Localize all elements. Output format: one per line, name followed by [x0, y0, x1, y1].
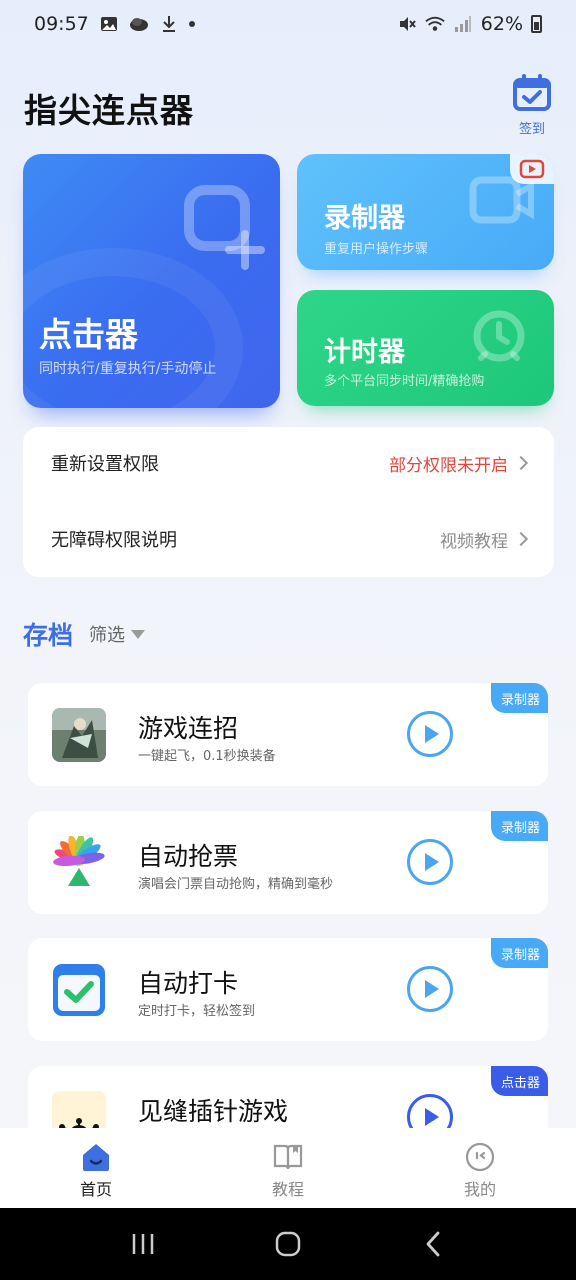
play-button[interactable] — [407, 711, 453, 757]
gallery-icon — [99, 14, 119, 34]
filter-label: 筛选 — [89, 625, 125, 646]
list-item[interactable]: 游戏连招 一键起飞，0.1秒换装备 录制器 — [28, 683, 548, 786]
play-icon — [425, 725, 439, 743]
clicker-title: 点击器 — [39, 315, 138, 354]
ticket-flower-icon — [52, 836, 106, 890]
permission-panel: 重新设置权限 部分权限未开启 无障碍权限说明 视频教程 — [23, 427, 554, 577]
list-item[interactable]: 自动打卡 定时打卡，轻松签到 录制器 — [28, 938, 548, 1041]
recorder-card[interactable]: 录制器 重复用户操作步骤 — [297, 154, 554, 270]
filter-dropdown[interactable]: 筛选 — [89, 621, 145, 647]
checkin-button[interactable]: 签到 — [510, 74, 554, 137]
battery-percent: 62% — [480, 13, 523, 35]
play-icon — [425, 980, 439, 998]
timer-clock-icon — [473, 310, 525, 362]
recent-apps-button[interactable] — [123, 1224, 163, 1264]
item-type-badge: 录制器 — [490, 683, 548, 713]
bottom-nav: 首页 教程 我的 — [0, 1128, 576, 1208]
chevron-right-icon — [513, 455, 529, 471]
signal-icon — [453, 14, 473, 34]
timer-card[interactable]: 计时器 多个平台同步时间/精确抢购 — [297, 290, 554, 406]
cloud-icon — [129, 14, 149, 34]
reset-permission-label: 重新设置权限 — [51, 454, 159, 475]
home-circle-icon — [275, 1231, 301, 1257]
status-bar: 09:57 62% — [0, 0, 576, 48]
book-icon — [273, 1144, 303, 1170]
nav-home[interactable]: 首页 — [0, 1128, 192, 1208]
notification-dot-icon — [188, 21, 195, 27]
clicker-subtitle: 同时执行/重复执行/手动停止 — [39, 361, 217, 377]
checkin-calendar-icon — [52, 963, 106, 1017]
recorder-title: 录制器 — [324, 203, 405, 234]
video-tutorial-link: 视频教程 — [440, 531, 508, 552]
permission-status: 部分权限未开启 — [389, 455, 508, 476]
nav-tutorial[interactable]: 教程 — [192, 1128, 384, 1208]
battery-icon — [531, 15, 542, 33]
archive-title: 存档 — [23, 621, 74, 650]
app-title: 指尖连点器 — [24, 91, 194, 130]
chevron-right-icon — [513, 531, 529, 547]
wifi-icon — [425, 14, 445, 34]
game-thumbnail-icon — [52, 708, 106, 762]
checkin-label: 签到 — [518, 122, 545, 137]
status-time: 09:57 — [34, 13, 89, 35]
nav-tutorial-label: 教程 — [271, 1180, 304, 1199]
item-type-badge: 录制器 — [490, 811, 548, 841]
download-icon — [159, 14, 179, 34]
recent-apps-icon — [132, 1234, 153, 1254]
calendar-check-icon — [513, 74, 551, 111]
item-title: 见缝插针游戏 — [138, 1097, 289, 1126]
caret-down-icon — [131, 629, 145, 639]
list-item[interactable]: 自动抢票 演唱会门票自动抢购，精确到毫秒 录制器 — [28, 811, 548, 914]
timer-subtitle: 多个平台同步时间/精确抢购 — [324, 374, 485, 389]
play-button[interactable] — [407, 839, 453, 885]
item-type-badge: 录制器 — [490, 938, 548, 968]
item-desc: 演唱会门票自动抢购，精确到毫秒 — [138, 877, 334, 892]
accessibility-info-label: 无障碍权限说明 — [51, 530, 177, 551]
profile-face-icon — [465, 1142, 495, 1172]
nav-profile[interactable]: 我的 — [384, 1128, 576, 1208]
item-title: 游戏连招 — [138, 714, 239, 743]
nav-profile-label: 我的 — [463, 1180, 496, 1199]
reset-permission-row[interactable]: 重新设置权限 部分权限未开启 — [23, 433, 554, 493]
item-title: 自动抢票 — [138, 842, 239, 871]
item-desc: 一键起飞，0.1秒换装备 — [138, 749, 276, 764]
play-icon — [425, 1108, 439, 1126]
timer-title: 计时器 — [324, 337, 405, 368]
accessibility-info-row[interactable]: 无障碍权限说明 视频教程 — [23, 509, 554, 569]
recorder-subtitle: 重复用户操作步骤 — [324, 242, 429, 257]
video-play-icon — [519, 159, 545, 179]
clicker-card[interactable]: 点击器 同时执行/重复执行/手动停止 — [23, 154, 280, 408]
home-icon — [83, 1144, 109, 1171]
clicker-add-icon — [184, 185, 265, 270]
video-tutorial-badge[interactable] — [510, 154, 554, 184]
system-nav-bar — [0, 1208, 576, 1280]
back-button[interactable] — [413, 1224, 453, 1264]
item-desc: 定时打卡，轻松签到 — [138, 1004, 256, 1019]
nav-home-label: 首页 — [79, 1180, 112, 1199]
mute-icon — [397, 14, 417, 34]
play-icon — [425, 853, 439, 871]
item-type-badge: 点击器 — [490, 1066, 548, 1096]
item-title: 自动打卡 — [138, 969, 239, 998]
play-button[interactable] — [407, 966, 453, 1012]
back-arrow-icon — [426, 1231, 440, 1257]
home-button[interactable] — [268, 1224, 308, 1264]
